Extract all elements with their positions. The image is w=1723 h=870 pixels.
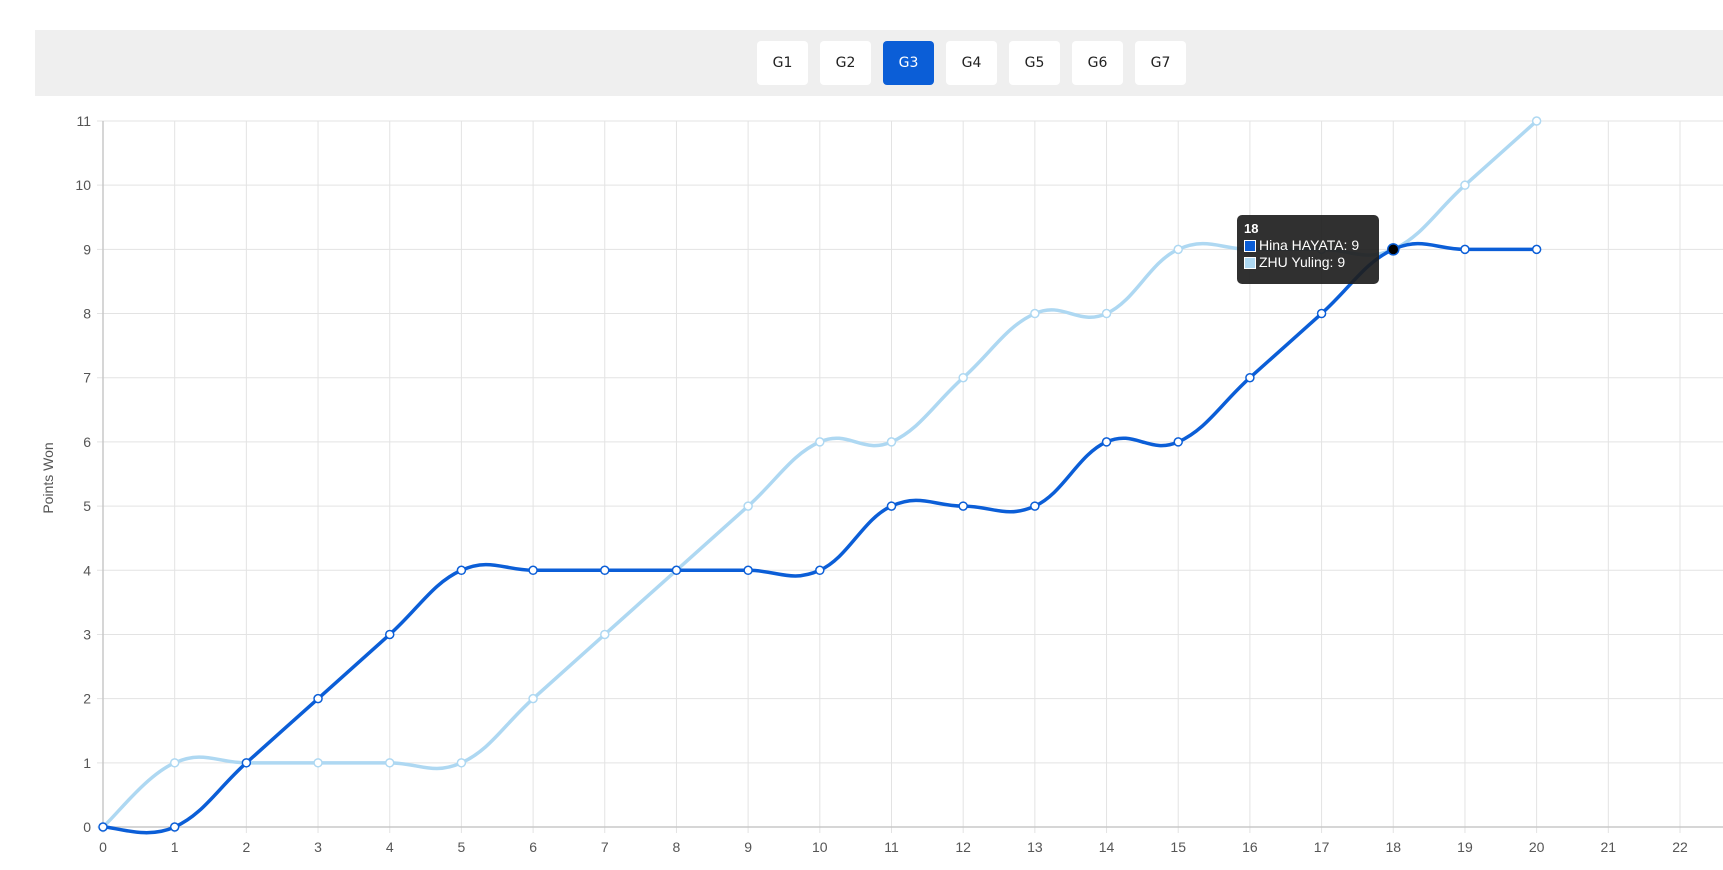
y-tick-label: 1: [83, 755, 91, 771]
x-tick-label: 17: [1314, 839, 1330, 855]
chart-tooltip: 18 Hina HAYATA: 9 ZHU Yuling: 9: [1237, 215, 1379, 284]
data-point-hina-hayata: [1173, 437, 1183, 447]
data-point-hina-hayata: [958, 501, 968, 511]
data-point-zhu-yuling: [456, 758, 467, 768]
x-tick-label: 14: [1099, 839, 1115, 855]
data-point-hina-hayata: [241, 758, 252, 768]
data-point-zhu-yuling: [600, 629, 610, 640]
y-tick-label: 9: [83, 241, 91, 257]
x-tick-label: 15: [1170, 839, 1186, 855]
data-point-hina-hayata: [1460, 244, 1470, 255]
data-point-zhu-yuling: [743, 501, 753, 511]
x-tick-label: 13: [1027, 839, 1043, 855]
x-tick-label: 10: [812, 839, 828, 855]
legend-swatch-zhu-yuling: [1244, 256, 1256, 269]
y-tick-label: 5: [83, 498, 91, 514]
x-tick-label: 12: [955, 839, 971, 855]
data-point-hina-hayata: [1030, 501, 1040, 511]
data-point-zhu-yuling: [958, 372, 968, 383]
legend-swatch-hina-hayata: [1244, 239, 1256, 252]
tooltip-label-hina-hayata: Hina HAYATA: 9: [1259, 237, 1360, 253]
data-point-hina-hayata: [815, 565, 825, 576]
tooltip-row: Hina HAYATA: 9: [1244, 237, 1372, 254]
data-point-hina-hayata: [1245, 372, 1255, 383]
data-point-hina-hayata: [98, 822, 108, 832]
x-tick-label: 9: [744, 839, 752, 855]
y-tick-label: 10: [75, 177, 91, 193]
data-point-hina-hayata: [456, 565, 467, 576]
data-point-hina-hayata: [313, 693, 323, 704]
x-tick-label: 8: [673, 839, 681, 855]
data-point-zhu-yuling: [1030, 308, 1040, 319]
data-point-hina-hayata: [886, 501, 897, 511]
axes: 012345678910110 1 2 3 4 5 6 7 8 9 10 11 12 13 14 15 16 17…: [75, 113, 1723, 855]
grid: [97, 120, 1723, 833]
data-point-zhu-yuling: [313, 758, 323, 768]
y-tick-label: 4: [83, 562, 91, 578]
x-tick-label: 4: [386, 839, 394, 855]
x-tick-label: 11: [884, 839, 899, 855]
x-tick-label: 1: [171, 839, 179, 855]
y-tick-label: 8: [83, 306, 91, 322]
data-point-zhu-yuling: [1173, 244, 1183, 255]
data-point-hina-hayata: [169, 822, 180, 832]
y-tick-label: 7: [83, 370, 91, 386]
data-point-hina-hayata: [528, 565, 538, 576]
data-point-hina-hayata: [600, 565, 610, 576]
x-tick-label: 22: [1672, 839, 1688, 855]
x-tick-label: 7: [601, 839, 609, 855]
data-point-hina-hayata: [1387, 243, 1400, 256]
data-point-zhu-yuling: [886, 437, 897, 447]
data-point-hina-hayata: [1531, 244, 1542, 255]
data-point-hina-hayata: [743, 565, 753, 576]
x-tick-label: 0: [99, 839, 107, 855]
data-point-hina-hayata: [1101, 437, 1112, 447]
data-point-hina-hayata: [384, 629, 395, 640]
data-point-zhu-yuling: [384, 758, 395, 768]
y-tick-label: 2: [83, 691, 91, 707]
data-point-zhu-yuling: [1101, 308, 1112, 319]
points-won-chart: 012345678910110 1 2 3 4 5 6 7 8 9 10 11 12 13 14 15 16 17…: [40, 113, 1723, 855]
x-tick-label: 21: [1601, 839, 1617, 855]
data-point-zhu-yuling: [528, 693, 538, 704]
x-tick-label: 2: [242, 839, 250, 855]
y-tick-label: 0: [83, 819, 91, 835]
data-point-zhu-yuling: [815, 437, 825, 447]
x-tick-label: 18: [1385, 839, 1401, 855]
y-tick-label: 11: [76, 113, 91, 129]
data-point-zhu-yuling: [1460, 180, 1470, 190]
data-point-hina-hayata: [671, 565, 682, 576]
tooltip-title: 18: [1244, 221, 1259, 236]
x-tick-label: 20: [1529, 839, 1545, 855]
y-axis-label: Points Won: [40, 442, 56, 513]
data-point-zhu-yuling: [169, 758, 180, 768]
tooltip-row: ZHU Yuling: 9: [1244, 254, 1372, 271]
x-tick-label: 6: [529, 839, 537, 855]
tooltip-label-zhu-yuling: ZHU Yuling: 9: [1259, 254, 1346, 270]
data-point-zhu-yuling: [1531, 116, 1542, 126]
x-tick-label: 16: [1242, 839, 1258, 855]
y-tick-label: 3: [83, 626, 91, 642]
x-tick-label: 3: [314, 839, 322, 855]
y-tick-label: 6: [83, 434, 91, 450]
x-tick-label: 19: [1457, 839, 1473, 855]
data-point-hina-hayata: [1316, 308, 1327, 319]
x-tick-label: 5: [458, 839, 466, 855]
